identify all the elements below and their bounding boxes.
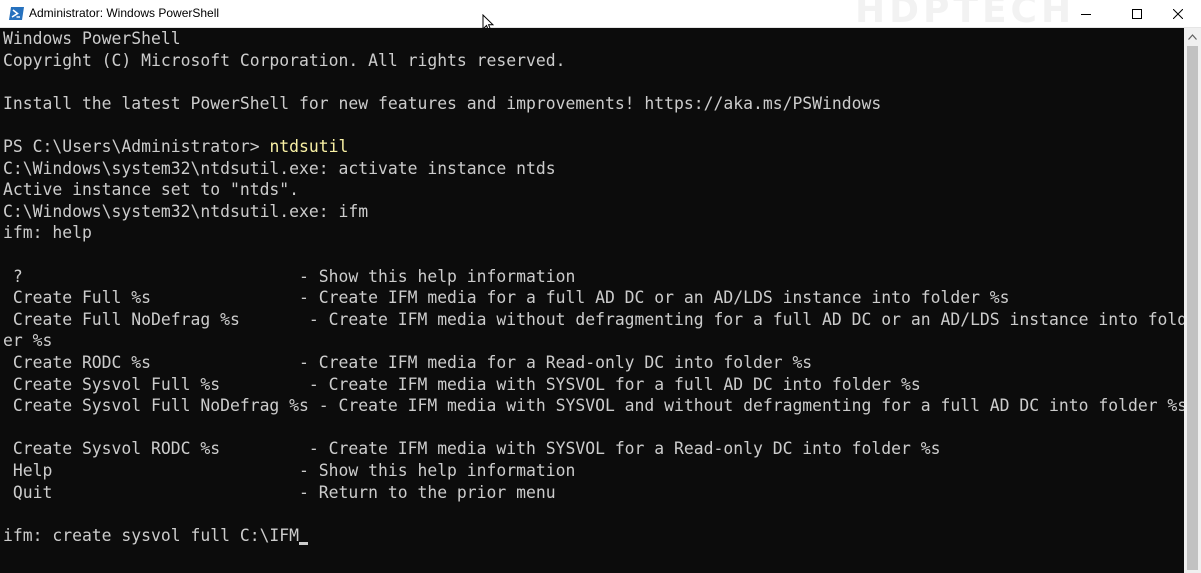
minimize-button[interactable] xyxy=(1063,0,1109,27)
console-line: C:\Windows\system32\ntdsutil.exe: ifm xyxy=(3,201,369,221)
console-output[interactable]: Windows PowerShell Copyright (C) Microso… xyxy=(0,28,1184,573)
help-line: Create Full NoDefrag %s - Create IFM med… xyxy=(3,309,1184,329)
maximize-button[interactable] xyxy=(1114,0,1160,27)
prompt-line: PS C:\Users\Administrator> ntdsutil xyxy=(3,136,348,158)
watermark-logo: HDPTECH xyxy=(855,0,1076,31)
minimize-icon xyxy=(1081,13,1091,15)
text-cursor xyxy=(299,541,309,545)
help-line: Create RODC %s - Create IFM media for a … xyxy=(3,353,813,372)
console-line: Install the latest PowerShell for new fe… xyxy=(3,93,882,113)
help-line: Help - Show this help information xyxy=(3,461,576,480)
powershell-icon xyxy=(9,7,24,20)
help-line: er %s xyxy=(3,331,53,351)
console-line: Windows PowerShell xyxy=(3,29,181,48)
maximize-icon xyxy=(1132,8,1142,19)
help-line: ? - Show this help information xyxy=(3,266,576,286)
close-icon xyxy=(1173,8,1183,19)
window-title: Administrator: Windows PowerShell xyxy=(29,6,220,20)
help-line: Quit - Return to the prior menu xyxy=(3,482,556,502)
help-line: Create Sysvol Full %s - Create IFM media… xyxy=(3,374,921,394)
powershell-window: Administrator: Windows PowerShell HDPTEC… xyxy=(0,0,1201,573)
console-line: ifm: help xyxy=(3,223,92,243)
help-line: Create Sysvol RODC %s - Create IFM media… xyxy=(3,439,941,459)
chevron-up-icon xyxy=(1188,33,1197,40)
prompt-text: PS C:\Users\Administrator> xyxy=(3,137,270,156)
scroll-up-button[interactable] xyxy=(1184,28,1201,45)
vertical-scrollbar[interactable] xyxy=(1184,28,1201,573)
console-line: C:\Windows\system32\ntdsutil.exe: activa… xyxy=(3,158,556,178)
console-line: Active instance set to "ntds". xyxy=(3,180,300,200)
current-command: ifm: create sysvol full C:\IFM xyxy=(3,525,300,545)
console-line: Copyright (C) Microsoft Corporation. All… xyxy=(3,50,566,70)
input-line[interactable]: ifm: create sysvol full C:\IFM xyxy=(3,525,309,547)
title-bar[interactable]: Administrator: Windows PowerShell HDPTEC… xyxy=(0,0,1201,31)
help-line: Create Full %s - Create IFM media for a … xyxy=(3,288,1010,308)
prompt-command: ntdsutil xyxy=(269,137,349,156)
scrollbar-thumb[interactable] xyxy=(1187,46,1198,570)
help-line: Create Sysvol Full NoDefrag %s - Create … xyxy=(3,396,1184,416)
close-button[interactable] xyxy=(1155,0,1201,27)
